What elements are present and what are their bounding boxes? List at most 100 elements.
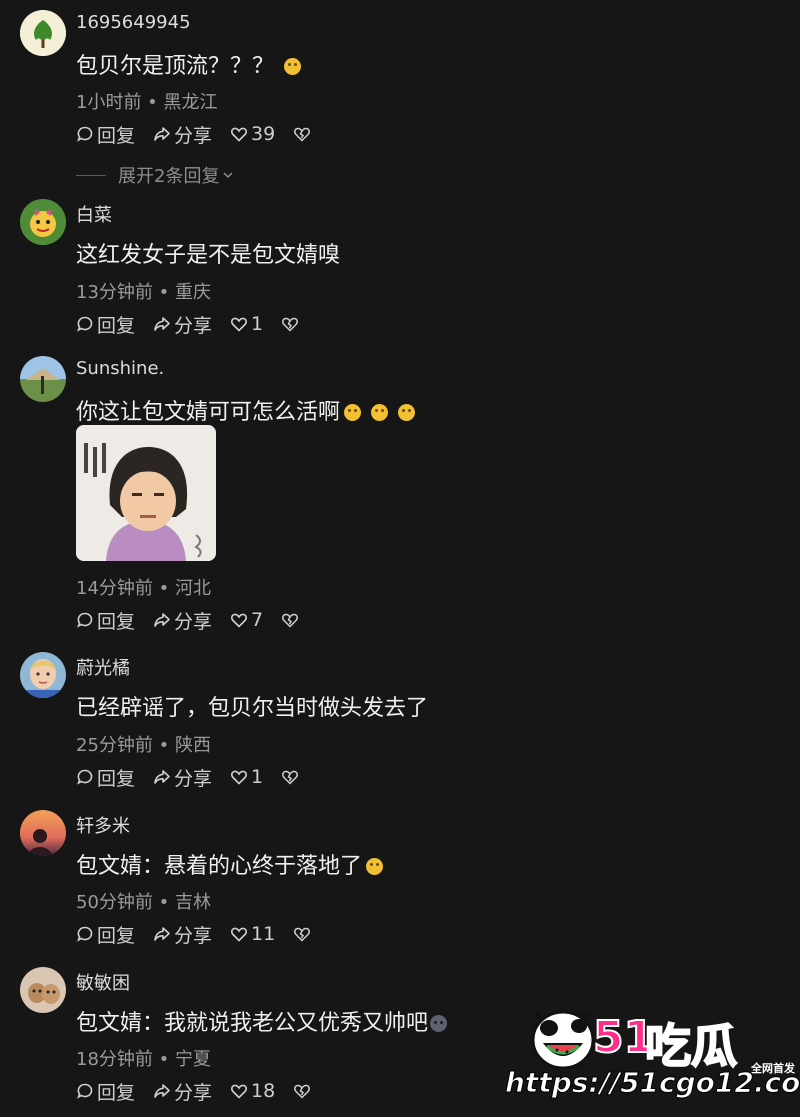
heart-icon — [231, 1084, 248, 1099]
reply-bubble-icon — [77, 1083, 93, 1099]
comment-meta: 13分钟前 • 重庆 — [76, 282, 211, 303]
watermark: 51 吃瓜 全网首发 https://51cgo12.com — [505, 1000, 800, 1110]
comment-meta: 1小时前 • 黑龙江 — [76, 92, 218, 113]
username[interactable]: 1695649945 — [76, 12, 191, 33]
comment-text: 包文婧：我就说我老公又优秀又帅吧 — [76, 1005, 448, 1037]
comment-actions: 回复 分享 39 — [76, 121, 332, 147]
reply-button[interactable]: 回复 — [76, 764, 135, 791]
dislike-button[interactable] — [281, 611, 302, 629]
expand-replies-button[interactable]: 展开2条回复 — [76, 162, 234, 188]
share-button[interactable]: 分享 — [153, 1078, 212, 1105]
dizzy-emoji-icon — [284, 58, 302, 75]
avatar[interactable] — [20, 810, 66, 856]
comment-location: 陕西 — [174, 735, 211, 756]
username[interactable]: 蔚光橘 — [76, 654, 130, 680]
reply-bubble-icon — [77, 769, 93, 785]
reply-button[interactable]: 回复 — [76, 121, 135, 148]
tears-emoji-icon — [366, 858, 384, 875]
cow-mascot-icon — [531, 1010, 595, 1070]
share-button[interactable]: 分享 — [153, 764, 212, 791]
dislike-button[interactable] — [281, 315, 302, 333]
chevron-down-icon — [223, 172, 233, 179]
like-button[interactable]: 1 — [230, 766, 263, 788]
like-count: 18 — [251, 1080, 276, 1102]
comment-meta: 18分钟前 • 宁夏 — [76, 1049, 211, 1070]
comment-meta: 25分钟前 • 陕西 — [76, 735, 211, 756]
share-button[interactable]: 分享 — [153, 121, 212, 148]
reply-bubble-icon — [77, 926, 93, 942]
heart-icon — [231, 770, 248, 785]
avatar[interactable] — [20, 652, 66, 698]
like-button[interactable]: 7 — [230, 609, 263, 631]
reply-button[interactable]: 回复 — [76, 607, 135, 634]
yawn-emoji-icon — [398, 404, 416, 421]
sticker-image[interactable] — [76, 425, 216, 561]
heart-icon — [231, 127, 248, 142]
share-icon — [154, 927, 170, 941]
divider — [76, 174, 106, 176]
avatar[interactable] — [20, 199, 66, 245]
reply-button[interactable]: 回复 — [76, 921, 135, 948]
like-count: 7 — [251, 609, 264, 631]
like-count: 1 — [251, 313, 264, 335]
like-button[interactable]: 11 — [230, 923, 275, 945]
reply-button[interactable]: 回复 — [76, 1078, 135, 1105]
dislike-button[interactable] — [293, 1082, 314, 1100]
comment-text: 包文婧：悬着的心终于落地了 — [76, 848, 384, 880]
comment-actions: 回复 分享 1 — [76, 764, 320, 790]
reply-button[interactable]: 回复 — [76, 311, 135, 338]
broken-heart-icon — [282, 613, 299, 628]
like-button[interactable]: 1 — [230, 313, 263, 335]
share-button[interactable]: 分享 — [153, 921, 212, 948]
yawn-emoji-icon — [371, 404, 389, 421]
comment-time: 18分钟前 — [76, 1049, 153, 1070]
broken-heart-icon — [282, 770, 299, 785]
comment-time: 14分钟前 — [76, 578, 153, 599]
avatar[interactable] — [20, 356, 66, 402]
share-icon — [154, 317, 170, 331]
heart-icon — [231, 317, 248, 332]
comment-location: 吉林 — [174, 892, 211, 913]
like-count: 1 — [251, 766, 264, 788]
broken-heart-icon — [294, 127, 311, 142]
comment-actions: 回复 分享 18 — [76, 1078, 332, 1104]
avatar[interactable] — [20, 10, 66, 56]
dislike-button[interactable] — [293, 925, 314, 943]
comment-text: 包贝尔是顶流？？？ — [76, 48, 302, 80]
broken-heart-icon — [294, 1084, 311, 1099]
dark-face-emoji-icon — [430, 1015, 448, 1032]
comment-meta: 50分钟前 • 吉林 — [76, 892, 211, 913]
username[interactable]: Sunshine. — [76, 358, 164, 379]
dislike-button[interactable] — [281, 768, 302, 786]
broken-heart-icon — [294, 927, 311, 942]
comment-time: 50分钟前 — [76, 892, 153, 913]
comment-actions: 回复 分享 11 — [76, 921, 332, 947]
heart-icon — [231, 927, 248, 942]
like-button[interactable]: 18 — [230, 1080, 275, 1102]
comment-text: 已经辟谣了，包贝尔当时做头发去了 — [76, 696, 429, 721]
share-button[interactable]: 分享 — [153, 311, 212, 338]
heart-icon — [231, 613, 248, 628]
like-button[interactable]: 39 — [230, 123, 275, 145]
comment-actions: 回复 分享 7 — [76, 607, 320, 633]
comment-time: 1小时前 — [76, 92, 142, 113]
dislike-button[interactable] — [293, 125, 314, 143]
broken-heart-icon — [282, 317, 299, 332]
share-icon — [154, 770, 170, 784]
comment-meta: 14分钟前 • 河北 — [76, 578, 211, 599]
share-icon — [154, 1084, 170, 1098]
like-count: 39 — [251, 123, 276, 145]
username[interactable]: 白菜 — [76, 201, 112, 227]
avatar[interactable] — [20, 967, 66, 1013]
like-count: 11 — [251, 923, 276, 945]
comment-location: 重庆 — [174, 282, 211, 303]
watermark-url: https://51cgo12.com — [505, 1066, 800, 1100]
share-button[interactable]: 分享 — [153, 607, 212, 634]
comment-text: 你这让包文婧可可怎么活啊 — [76, 394, 416, 426]
comment-actions: 回复 分享 1 — [76, 311, 320, 337]
username[interactable]: 轩多米 — [76, 812, 130, 838]
username[interactable]: 敏敏困 — [76, 969, 130, 995]
comment-location: 宁夏 — [174, 1049, 211, 1070]
comment-location: 河北 — [174, 578, 211, 599]
comment-time: 13分钟前 — [76, 282, 153, 303]
